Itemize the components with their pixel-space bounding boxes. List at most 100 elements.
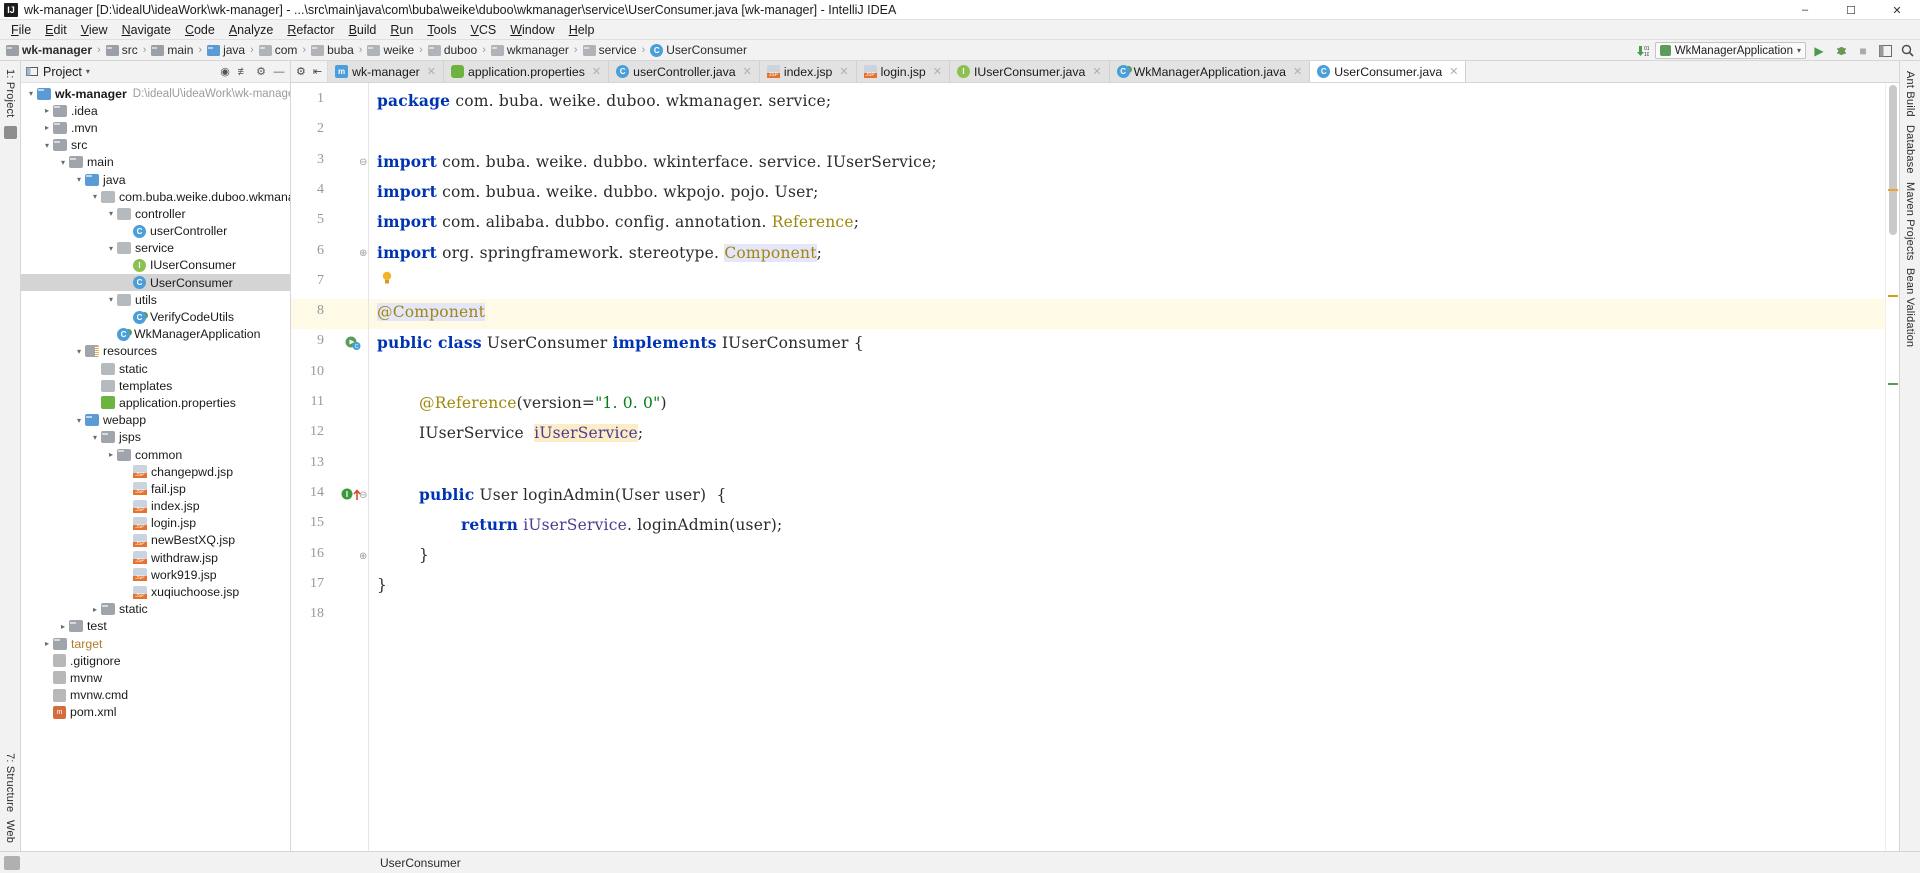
tree-item-java[interactable]: java [21,171,290,188]
tree-item-com-buba-weike-duboo-wkmanager[interactable]: com.buba.weike.duboo.wkmanager [21,188,290,205]
menu-item-build[interactable]: Build [342,21,384,39]
tree-item-userconsumer[interactable]: C UserConsumer [21,274,290,292]
code-line[interactable]: @Reference(version="1. 0. 0") [419,394,667,412]
tree-item-test[interactable]: test [21,618,290,635]
close-icon[interactable]: ✕ [427,65,436,78]
tree-item-target[interactable]: target [21,635,290,652]
favorites-icon[interactable] [3,126,17,140]
chevron-open-icon[interactable] [105,244,117,253]
menu-item-navigate[interactable]: Navigate [115,21,178,39]
tree-item-controller[interactable]: controller [21,205,290,222]
run-class-gutter-icon[interactable]: C [345,335,361,354]
tree-item-mvnw-cmd[interactable]: mvnw.cmd [21,687,290,704]
close-icon[interactable]: ✕ [743,65,752,78]
collapse-all-icon[interactable]: ≢ [236,65,250,79]
tree-item-changepwd-jsp[interactable]: changepwd.jsp [21,463,290,480]
tree-item--idea[interactable]: .idea [21,102,290,119]
code-line[interactable]: import org. springframework. stereotype.… [377,243,822,262]
chevron-open-icon[interactable] [105,295,117,304]
menu-item-edit[interactable]: Edit [38,21,74,39]
hide-icon[interactable]: ― [272,65,286,79]
editor-tab-userconsumer-java[interactable]: C UserConsumer.java ✕ [1310,61,1467,82]
close-button[interactable]: ✕ [1874,0,1920,20]
chevron-closed-icon[interactable] [105,450,117,459]
close-icon[interactable]: ✕ [933,65,942,78]
warning-marker[interactable] [1888,295,1898,297]
menu-item-code[interactable]: Code [178,21,222,39]
close-icon[interactable]: ✕ [1092,65,1101,78]
breadcrumb-item-duboo[interactable]: duboo [427,43,477,57]
editor-tab-application-properties[interactable]: application.properties ✕ [443,61,610,82]
tree-item-static[interactable]: static [21,601,290,618]
code-line[interactable]: IUserService iUserService; [419,424,643,443]
chevron-closed-icon[interactable] [41,106,53,115]
chevron-closed-icon[interactable] [57,622,69,631]
breadcrumb-item-wk-manager[interactable]: wk-manager [6,43,92,57]
breadcrumb-item-main[interactable]: main [151,43,193,57]
code-line[interactable]: import com. buba. weike. dubbo. wkinterf… [377,152,937,171]
tree-item-utils[interactable]: utils [21,291,290,308]
tree-item-wk-manager[interactable]: wk-manager D:\idealU\ideaWork\wk-manager [21,85,290,102]
chevron-closed-icon[interactable] [41,639,53,648]
breadcrumb-item-wkmanager[interactable]: wkmanager [490,43,569,57]
run-configuration-selector[interactable]: WkManagerApplication ▾ [1654,42,1806,59]
tree-item-main[interactable]: main [21,154,290,171]
tree-item--gitignore[interactable]: .gitignore [21,652,290,669]
code-fold-end-icon[interactable]: ⊕ [359,551,367,562]
breadcrumb-item-java[interactable]: java [207,43,245,57]
menu-item-file[interactable]: File [4,21,38,39]
chevron-open-icon[interactable] [89,433,101,442]
breadcrumb-item-userconsumer[interactable]: C UserConsumer [650,43,747,57]
tree-item-xuqiuchoose-jsp[interactable]: xuqiuchoose.jsp [21,583,290,600]
chevron-closed-icon[interactable] [41,123,53,132]
breadcrumb-item-com[interactable]: com [258,43,297,57]
close-icon[interactable]: ✕ [1293,65,1302,78]
collapse-tabs-icon[interactable]: ⇤ [313,65,322,78]
tree-item-verifycodeutils[interactable]: C VerifyCodeUtils [21,308,290,325]
tree-item-index-jsp[interactable]: index.jsp [21,498,290,515]
right-rail-database[interactable]: Database [1904,121,1916,178]
tree-item-application-properties[interactable]: application.properties [21,394,290,411]
run-button[interactable]: ▶ [1810,42,1828,60]
chevron-open-icon[interactable] [57,158,69,167]
right-rail-ant-build[interactable]: Ant Build [1904,67,1916,121]
layout-icon[interactable] [1876,42,1894,60]
warning-marker[interactable] [1888,189,1898,191]
code-line[interactable]: } [419,546,429,564]
breadcrumb-item-src[interactable]: src [105,43,138,57]
chevron-closed-icon[interactable] [89,605,101,614]
editor-gutter[interactable]: 1 2 3 ⊖ 4 5 6 ⊕ 7 8 9 C 10 11 12 13 14 I ⊖ 15 16 ⊕ 17 18 [291,83,369,851]
code-editor[interactable]: 1 2 3 ⊖ 4 5 6 ⊕ 7 8 9 C 10 11 12 13 14 I ⊖ 15 16 ⊕ 17 18 packag… [291,83,1899,851]
chevron-open-icon[interactable] [105,209,117,218]
right-rail-maven-projects[interactable]: Maven Projects [1904,178,1916,265]
rail-web-label[interactable]: Web [4,816,16,847]
tree-item-wkmanagerapplication[interactable]: C WkManagerApplication [21,326,290,343]
menu-item-help[interactable]: Help [562,21,602,39]
code-line[interactable]: } [377,576,387,594]
editor-tab-wk-manager[interactable]: m wk-manager ✕ [328,61,444,82]
tree-item-iuserconsumer[interactable]: I IUserConsumer [21,257,290,274]
maximize-button[interactable]: ☐ [1828,0,1874,20]
chevron-open-icon[interactable] [73,347,85,356]
tree-item-src[interactable]: src [21,137,290,154]
code-line[interactable]: package com. buba. weike. duboo. wkmanag… [377,91,831,110]
chevron-open-icon[interactable] [41,141,53,150]
editor-tab-iuserconsumer-java[interactable]: I IUserConsumer.java ✕ [949,61,1110,82]
tree-item-withdraw-jsp[interactable]: withdraw.jsp [21,549,290,566]
search-icon[interactable] [1898,42,1916,60]
menu-item-window[interactable]: Window [503,21,561,39]
tree-item-login-jsp[interactable]: login.jsp [21,515,290,532]
breadcrumb-item-buba[interactable]: buba [311,43,354,57]
debug-button[interactable] [1832,42,1850,60]
code-line[interactable]: return iUserService. loginAdmin(user); [461,515,782,534]
rail-project-label[interactable]: 1: Project [4,65,16,121]
menu-item-refactor[interactable]: Refactor [280,21,341,39]
close-icon[interactable]: ✕ [592,65,601,78]
tree-item-work919-jsp[interactable]: work919.jsp [21,566,290,583]
menu-item-view[interactable]: View [74,21,115,39]
chevron-down-icon[interactable]: ▾ [86,67,90,76]
breadcrumb-item-weike[interactable]: weike [367,43,414,57]
tree-item-usercontroller[interactable]: CuserController [21,223,290,240]
tree-item-common[interactable]: common [21,446,290,463]
show-tool-windows-icon[interactable] [4,855,20,870]
